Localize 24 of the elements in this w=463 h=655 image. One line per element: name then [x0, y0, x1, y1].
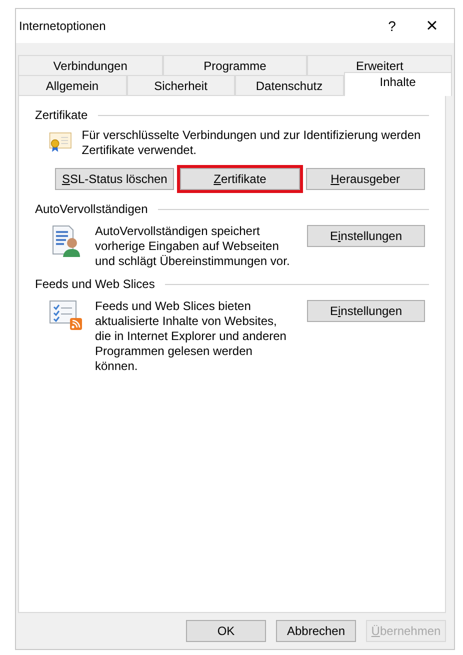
- close-button[interactable]: ×: [412, 11, 452, 41]
- dialog-button[interactable]: Herausgeber: [306, 168, 425, 190]
- tab[interactable]: Programme: [162, 55, 308, 75]
- tab[interactable]: Verbindungen: [18, 55, 163, 75]
- dialog-button[interactable]: Einstellungen: [307, 300, 425, 322]
- tab[interactable]: Inhalte: [344, 72, 452, 96]
- dialog-button[interactable]: SSL-Status löschen: [55, 168, 174, 190]
- dialog-button[interactable]: OK: [186, 620, 266, 642]
- dialog-button[interactable]: Zertifikate: [180, 168, 300, 190]
- group-description: Feeds und Web Slices bieten aktualisierte Inhalte von Websites, die in Internet Explorer und anderen Programmen gelesen werden können.: [95, 299, 288, 374]
- window-title: Internetoptionen: [19, 18, 107, 35]
- dialog-button[interactable]: Abbrechen: [276, 620, 356, 642]
- help-button[interactable]: ?: [372, 16, 412, 36]
- group-title: Zertifikate: [35, 107, 88, 124]
- dialog-button[interactable]: Einstellungen: [307, 225, 425, 247]
- checklist-feed-icon: [49, 299, 83, 331]
- group-description: Für verschlüsselte Verbindungen und zur Identifizierung werden Zertifikate verwendet.: [82, 128, 422, 158]
- group-title: AutoVervollständigen: [35, 201, 148, 218]
- tab[interactable]: Allgemein: [18, 75, 126, 95]
- group-title: Feeds und Web Slices: [35, 276, 155, 293]
- document-person-icon: [51, 224, 81, 258]
- tab[interactable]: Datenschutz: [235, 75, 344, 95]
- group-description: AutoVervollständigen speichert vorherige Eingaben auf Webseiten und schlägt Übereinstimmungen vor.: [95, 224, 291, 269]
- tab[interactable]: Sicherheit: [126, 75, 235, 95]
